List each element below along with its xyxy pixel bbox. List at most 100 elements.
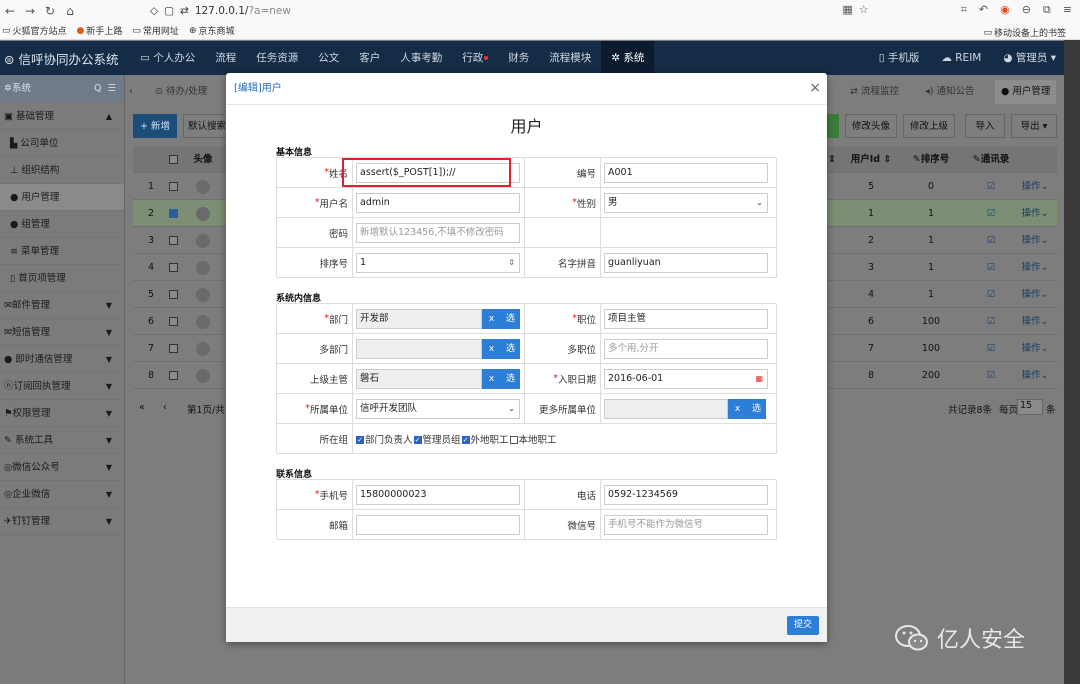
- nav-flow[interactable]: 流程: [205, 41, 246, 75]
- addressbook-checkbox[interactable]: ☑: [961, 254, 1021, 281]
- add-button[interactable]: + 新增: [133, 114, 177, 138]
- addressbook-checkbox[interactable]: ☑: [961, 227, 1021, 254]
- download-icon[interactable]: ⊖: [1022, 3, 1031, 17]
- multidept-input[interactable]: [356, 339, 482, 359]
- number-input[interactable]: A001: [604, 163, 768, 183]
- tab-scroll-left[interactable]: ‹: [129, 80, 133, 104]
- sidebar-group-wework[interactable]: ◎企业微信 ▼: [0, 481, 124, 508]
- addressbook-checkbox[interactable]: ☑: [961, 281, 1021, 308]
- select-dept-button[interactable]: 选: [501, 309, 520, 329]
- password-input[interactable]: 新增默认123456,不填不修改密码: [356, 223, 520, 243]
- username-input[interactable]: admin: [356, 193, 520, 213]
- extensions-icon[interactable]: ⧉: [1043, 3, 1051, 17]
- tab-users[interactable]: ● 用户管理: [995, 80, 1057, 104]
- row-checkbox[interactable]: [165, 335, 181, 362]
- tab-todo[interactable]: ⊙ 待办/处理: [155, 80, 207, 104]
- addressbook-checkbox[interactable]: ☑: [961, 362, 1021, 389]
- row-actions-button[interactable]: 操作⌄: [1013, 308, 1057, 335]
- menu-icon[interactable]: ☰: [107, 83, 116, 94]
- row-checkbox[interactable]: [165, 200, 181, 227]
- change-avatar-button[interactable]: 修改头像: [845, 114, 897, 138]
- row-checkbox[interactable]: [165, 362, 181, 389]
- nav-customer[interactable]: 客户: [349, 41, 390, 75]
- sidebar-group-basic[interactable]: ▣ 基础管理 ▲: [0, 103, 124, 130]
- admin-menu[interactable]: ◕ 管理员 ▾: [1003, 41, 1056, 75]
- sidebar-group-im[interactable]: ● 即时通信管理 ▼: [0, 346, 124, 373]
- row-checkbox[interactable]: [165, 254, 181, 281]
- company-select[interactable]: 信呼开发团队 ⌄: [356, 399, 520, 419]
- wechat-input[interactable]: 手机号不能作为微信号: [604, 515, 768, 535]
- multiposition-input[interactable]: 多个用,分开: [604, 339, 768, 359]
- sidebar-group-permission[interactable]: ⚑权限管理 ▼: [0, 400, 124, 427]
- clear-multidept-button[interactable]: x: [482, 339, 501, 359]
- bookmark-item[interactable]: ▭ 火狐官方站点: [2, 24, 67, 38]
- prev-page-button[interactable]: ‹: [163, 402, 167, 413]
- spinner-icon[interactable]: ⇳: [508, 254, 515, 272]
- sort-icon[interactable]: ⇕: [826, 146, 838, 173]
- sidebar-item-home[interactable]: ▯ 首页项管理: [0, 265, 124, 292]
- sidebar-item-menus[interactable]: ≡ 菜单管理: [0, 238, 124, 265]
- sidebar-group-tools[interactable]: ✎ 系统工具 ▼: [0, 427, 124, 454]
- addressbook-checkbox[interactable]: ☑: [961, 200, 1021, 227]
- sidebar-group-dingtalk[interactable]: ✈钉钉管理 ▼: [0, 508, 124, 535]
- calendar-icon[interactable]: ▦: [755, 370, 763, 388]
- row-actions-button[interactable]: 操作⌄: [1013, 362, 1057, 389]
- email-input[interactable]: [356, 515, 520, 535]
- row-actions-button[interactable]: 操作⌄: [1013, 335, 1057, 362]
- hiredate-input[interactable]: 2016-06-01 ▦: [604, 369, 768, 389]
- nav-flow-module[interactable]: 流程模块: [539, 41, 601, 75]
- nav-personal[interactable]: ▭ 个人办公: [130, 41, 205, 75]
- group-checkbox-dept-head[interactable]: ✓ 部门负责人: [356, 432, 413, 446]
- addressbook-checkbox[interactable]: ☑: [961, 308, 1021, 335]
- sidebar-item-users[interactable]: ● 用户管理: [0, 184, 124, 211]
- address-bar[interactable]: ◇ ▢ ⇄ 127.0.0.1/?a=new: [150, 5, 291, 17]
- sidebar-item-groups[interactable]: ● 组管理: [0, 211, 124, 238]
- qr-icon[interactable]: ▦: [842, 3, 852, 17]
- phone-input[interactable]: 0592-1234569: [604, 485, 768, 505]
- col-userid[interactable]: 用户Id ⇕: [841, 146, 901, 173]
- page-scrollbar[interactable]: [1064, 40, 1080, 684]
- nav-doc[interactable]: 公文: [308, 41, 349, 75]
- sort-input[interactable]: 1 ⇳: [356, 253, 520, 273]
- search-input[interactable]: 默认搜索: [183, 114, 227, 138]
- bookmark-star-icon[interactable]: ☆: [859, 3, 869, 17]
- reload-icon[interactable]: ↻: [40, 4, 60, 18]
- row-actions-button[interactable]: 操作⌄: [1013, 227, 1057, 254]
- position-input[interactable]: 项目主管: [604, 309, 768, 329]
- first-page-button[interactable]: «: [139, 402, 145, 413]
- submit-button[interactable]: 提交: [787, 616, 819, 635]
- nav-hr[interactable]: 人事考勤: [390, 41, 452, 75]
- per-page-input[interactable]: 15: [1017, 399, 1043, 415]
- row-checkbox[interactable]: [165, 281, 181, 308]
- morecompany-input[interactable]: [604, 399, 728, 419]
- addressbook-checkbox[interactable]: ☑: [961, 173, 1021, 200]
- bookmark-item[interactable]: ● 新手上路: [77, 24, 123, 38]
- close-icon[interactable]: ×: [809, 81, 821, 95]
- row-actions-button[interactable]: 操作⌄: [1013, 281, 1057, 308]
- bookmark-item[interactable]: ▭ 常用网址: [132, 24, 179, 38]
- superior-input[interactable]: 磐石: [356, 369, 482, 389]
- mobile-version-link[interactable]: ▯ 手机版: [879, 41, 920, 75]
- select-all-checkbox[interactable]: [168, 155, 178, 164]
- row-actions-button[interactable]: 操作⌄: [1013, 200, 1057, 227]
- group-checkbox-local[interactable]: 本地职工: [509, 432, 557, 446]
- clear-superior-button[interactable]: x: [482, 369, 501, 389]
- sidebar-item-company[interactable]: ▙ 公司单位: [0, 130, 124, 157]
- sidebar-group-subscribe[interactable]: ⓝ订阅回执管理 ▼: [0, 373, 124, 400]
- nav-task[interactable]: 任务资源: [246, 41, 308, 75]
- reim-link[interactable]: ☁ REIM: [941, 41, 981, 75]
- row-actions-button[interactable]: 操作⌄: [1013, 254, 1057, 281]
- col-sort[interactable]: ✎排序号: [901, 146, 961, 173]
- clear-morecompany-button[interactable]: x: [728, 399, 747, 419]
- dept-input[interactable]: 开发部: [356, 309, 482, 329]
- nav-admin[interactable]: 行政: [452, 41, 498, 75]
- group-checkbox-remote[interactable]: ✓ 外地职工: [461, 432, 509, 446]
- row-checkbox[interactable]: [165, 227, 181, 254]
- row-checkbox[interactable]: [165, 173, 181, 200]
- change-superior-button[interactable]: 修改上级: [903, 114, 955, 138]
- pinyin-input[interactable]: guanliyuan: [604, 253, 768, 273]
- bookmark-item[interactable]: ⊕ 京东商城: [189, 24, 235, 38]
- row-checkbox[interactable]: [165, 308, 181, 335]
- group-checkbox-admin[interactable]: ✓ 管理员组: [413, 432, 461, 446]
- mobile-input[interactable]: 15800000023: [356, 485, 520, 505]
